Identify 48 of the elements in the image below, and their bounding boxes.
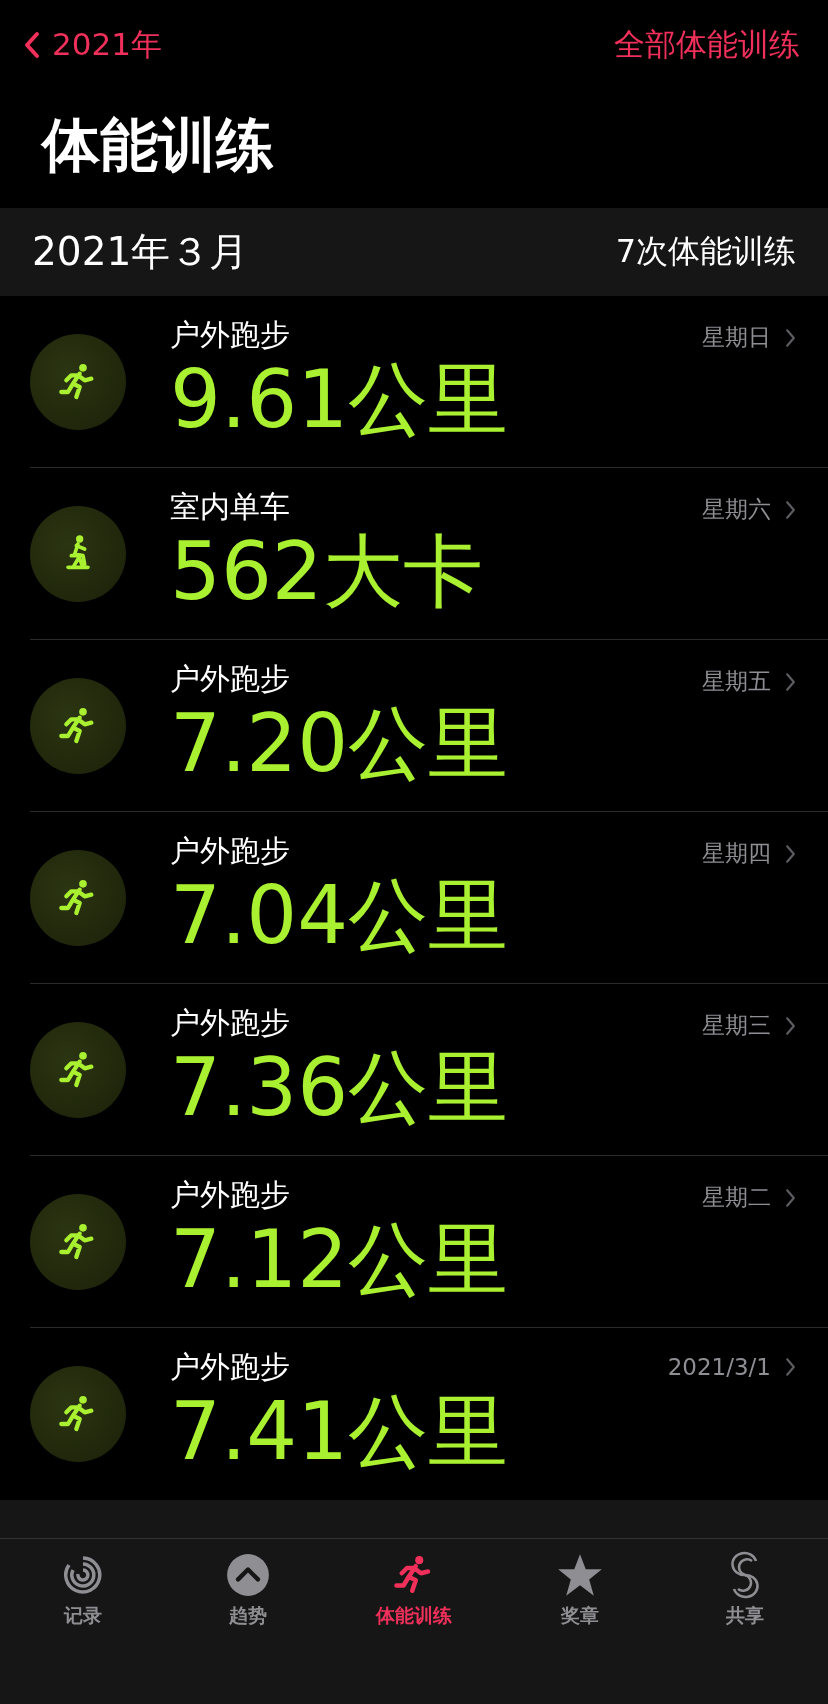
workout-value: 7.12公里 (170, 1212, 510, 1307)
back-chevron-icon (24, 31, 40, 59)
tab[interactable]: 体能训练 (331, 1551, 497, 1629)
workout-count: 7次体能训练 (615, 231, 796, 272)
workout-value: 7.20公里 (170, 696, 510, 791)
workout-date: 星期二 (702, 1183, 771, 1212)
tab[interactable]: 奖章 (496, 1551, 663, 1629)
all-workouts-link[interactable]: 全部体能训练 (614, 24, 800, 66)
workout-value: 562大卡 (170, 524, 484, 619)
chevron-icon (785, 327, 796, 348)
sharing-icon (730, 1551, 761, 1599)
workout-type: 户外跑步 (170, 316, 291, 353)
workout-type: 室内单车 (170, 488, 291, 525)
workout-row[interactable]: 户外跑步 9.61公里 星期日 (30, 296, 828, 468)
chevron-icon (785, 1015, 796, 1036)
chevron-icon (785, 843, 796, 864)
tab[interactable]: 趋势 (165, 1551, 332, 1629)
workout-row[interactable]: 户外跑步 7.36公里 星期三 (30, 984, 828, 1156)
trends-icon (226, 1551, 271, 1599)
workout-row[interactable]: 户外跑步 7.41公里 2021/3/1 (0, 1328, 828, 1500)
workout-type: 户外跑步 (170, 1176, 291, 1213)
workout-row[interactable]: 户外跑步 7.12公里 星期二 (30, 1156, 828, 1328)
workout-date: 星期三 (702, 1011, 771, 1040)
month-label: 2021年３月 (32, 228, 249, 276)
tab[interactable]: 共享 (662, 1551, 828, 1629)
workout-type: 户外跑步 (170, 660, 291, 697)
workout-value: 7.41公里 (170, 1385, 510, 1479)
workout-value: 7.04公里 (170, 868, 510, 963)
page-title: 体能训练 (39, 110, 275, 181)
workout-row[interactable]: 室内单车 562大卡 星期六 (30, 468, 828, 640)
workout-date: 2021/3/1 (667, 1354, 771, 1380)
chevron-icon (785, 1187, 796, 1208)
workout-type: 户外跑步 (170, 1349, 291, 1385)
chevron-icon (785, 499, 796, 520)
workout-type: 户外跑步 (170, 1004, 291, 1041)
workout-value: 7.36公里 (170, 1040, 510, 1135)
workout-row[interactable]: 户外跑步 7.20公里 星期五 (30, 640, 828, 812)
back-link[interactable]: 2021年 (24, 24, 162, 66)
workout-date: 星期日 (702, 323, 771, 352)
workout-date: 星期五 (702, 667, 771, 696)
workout-date: 星期四 (702, 839, 771, 868)
workout-value: 9.61公里 (170, 352, 510, 447)
chevron-icon (785, 1357, 796, 1377)
workout-type: 户外跑步 (170, 832, 291, 869)
workout-row[interactable]: 户外跑步 7.04公里 星期四 (30, 812, 828, 984)
chevron-icon (785, 671, 796, 692)
tab[interactable]: 记录 (0, 1551, 166, 1629)
workout-date: 星期六 (702, 495, 771, 524)
